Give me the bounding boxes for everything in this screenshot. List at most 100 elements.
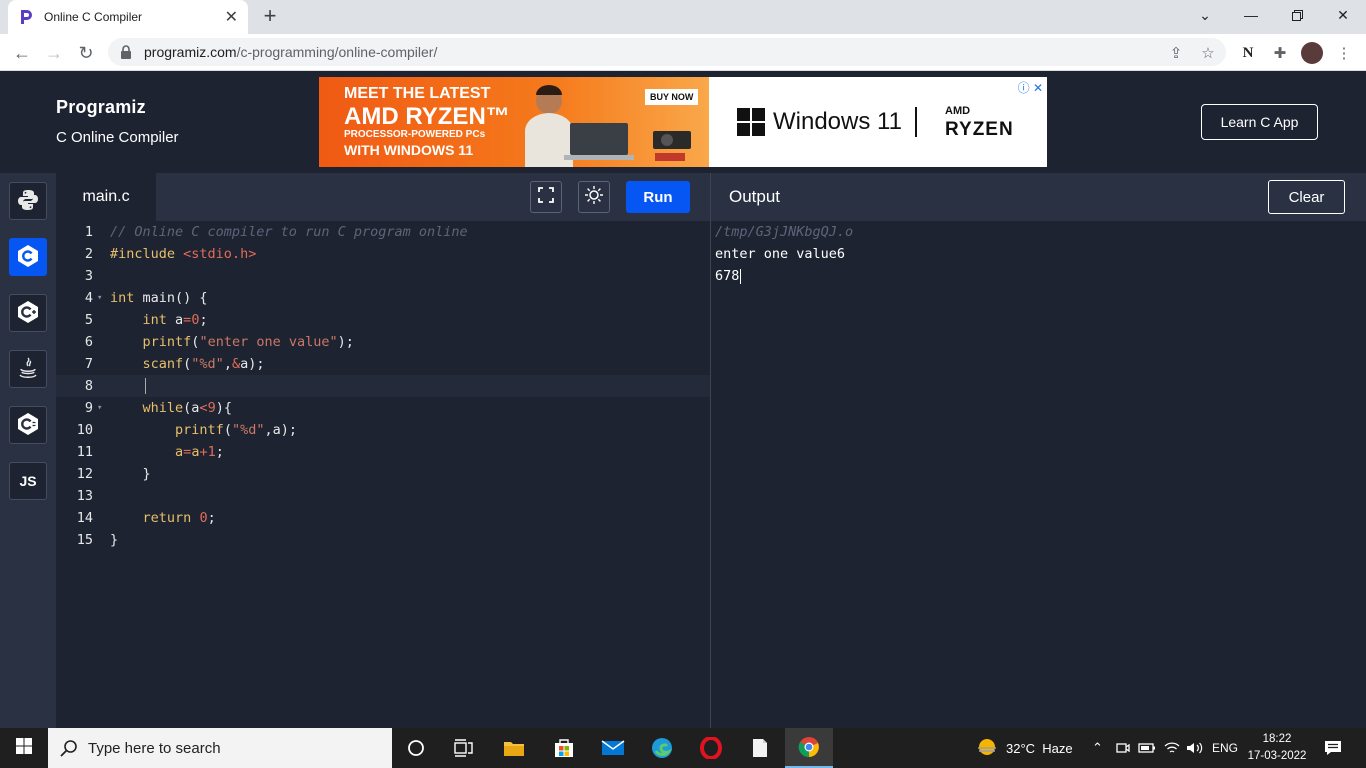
minimize-icon[interactable]: — <box>1228 0 1274 30</box>
code-text: scanf("%d",&a); <box>142 356 265 372</box>
mail-icon[interactable] <box>589 728 637 768</box>
code-line: 6 printf("enter one value"); <box>56 331 711 353</box>
line-number: 9 <box>84 400 93 416</box>
code-text: return 0; <box>142 510 216 526</box>
new-tab-icon[interactable]: + <box>258 4 282 28</box>
learn-c-app-button[interactable]: Learn C App <box>1201 104 1318 140</box>
url-path: /c-programming/online-compiler/ <box>236 44 438 60</box>
run-button[interactable]: Run <box>626 181 690 213</box>
line-number: 11 <box>76 444 93 460</box>
code-text: printf("%d",a); <box>175 422 297 438</box>
code-text: a=a+1; <box>175 444 224 460</box>
fold-arrow-icon[interactable]: ▾ <box>97 287 102 309</box>
meet-now-icon[interactable] <box>1116 728 1130 768</box>
line-number: 14 <box>76 510 93 526</box>
output-title: Output <box>729 187 781 206</box>
ad-headline-2: AMD RYZEN™ <box>344 103 510 130</box>
ad-windows-text: Windows 11 <box>773 108 902 135</box>
code-editor[interactable]: 1 // Online C compiler to run C program … <box>56 221 711 728</box>
search-placeholder: Type here to search <box>88 739 221 757</box>
edge-browser-icon[interactable] <box>638 728 686 768</box>
volume-icon[interactable] <box>1186 728 1204 768</box>
code-line: 5 int a=0; <box>56 309 711 331</box>
code-line: 15 } <box>56 529 711 551</box>
taskbar-search-box[interactable]: Type here to search <box>48 728 392 768</box>
microsoft-store-icon[interactable] <box>540 728 588 768</box>
system-clock[interactable]: 18:22 17-03-2022 <box>1246 731 1308 765</box>
code-line: 11 a=a+1; <box>56 441 711 463</box>
wifi-icon[interactable] <box>1164 728 1180 768</box>
output-console[interactable]: /tmp/G3jJNKbgQJ.o enter one value6 678 <box>711 221 1366 728</box>
programiz-logo[interactable]: Programiz <box>56 97 146 118</box>
fullscreen-button[interactable] <box>530 181 562 213</box>
ad-buy-now-button[interactable]: BUY NOW <box>645 89 699 105</box>
file-tab-main-c[interactable]: main.c <box>56 173 156 221</box>
show-hidden-icons-icon[interactable]: ⌃ <box>1092 728 1103 768</box>
profile-avatar[interactable] <box>1298 39 1326 67</box>
ad-headline-3: PROCESSOR-POWERED PCs <box>344 129 486 140</box>
editor-toolbar: main.c Run <box>56 173 711 221</box>
code-line: 14 return 0; <box>56 507 711 529</box>
python-icon <box>17 189 39 214</box>
output-path: /tmp/G3jJNKbgQJ.o <box>715 224 854 240</box>
chrome-taskbar-icon[interactable] <box>785 728 833 768</box>
bookmark-star-icon[interactable]: ☆ <box>1194 39 1222 67</box>
windows-taskbar: Type here to search 32°C Haze ⌃ ENG 18:2… <box>0 728 1366 768</box>
tab-search-icon[interactable]: ⌄ <box>1182 0 1228 30</box>
close-window-icon[interactable]: ✕ <box>1320 0 1366 30</box>
clear-button[interactable]: Clear <box>1268 180 1345 214</box>
code-line: 3 <box>56 265 711 287</box>
browser-tabbar: Online C Compiler ✕ + ⌄ — ✕ <box>0 0 1366 34</box>
share-icon[interactable]: ⇪ <box>1162 39 1190 67</box>
browser-tab[interactable]: Online C Compiler ✕ <box>8 0 248 34</box>
code-text: int main() { <box>110 290 208 306</box>
forward-icon[interactable]: → <box>40 39 68 67</box>
task-view-icon[interactable] <box>440 728 488 768</box>
line-number: 10 <box>76 422 93 438</box>
action-center-icon[interactable] <box>1324 728 1342 768</box>
sun-icon <box>585 185 603 209</box>
reload-icon[interactable]: ↻ <box>72 39 100 67</box>
weather-widget[interactable]: 32°C Haze <box>976 728 1073 768</box>
javascript-language-button[interactable]: JS <box>9 462 47 500</box>
ad-camera-image <box>649 117 699 167</box>
java-icon <box>17 356 39 383</box>
ad-choices-icon[interactable]: ⓘ ✕ <box>1018 79 1043 96</box>
close-tab-icon[interactable]: ✕ <box>225 7 238 27</box>
start-button[interactable] <box>0 728 48 768</box>
csharp-language-button[interactable] <box>9 406 47 444</box>
site-header: Programiz C Online Compiler MEET THE LAT… <box>0 71 1366 173</box>
file-explorer-icon[interactable] <box>490 728 538 768</box>
output-toolbar: Output Clear <box>711 173 1366 221</box>
output-input-line[interactable]: 678 <box>715 265 742 287</box>
notepad-icon[interactable] <box>736 728 784 768</box>
url-text: programiz.com/c-programming/online-compi… <box>144 44 437 60</box>
ad-laptop-image <box>564 121 639 167</box>
code-text: printf("enter one value"); <box>142 334 354 350</box>
address-bar[interactable]: programiz.com/c-programming/online-compi… <box>108 38 1226 66</box>
battery-icon[interactable] <box>1138 728 1156 768</box>
code-line: 2 #include <stdio.h> <box>56 243 711 265</box>
lock-icon <box>120 45 134 59</box>
chrome-menu-icon[interactable]: ⋮ <box>1330 39 1358 67</box>
cpp-language-button[interactable] <box>9 294 47 332</box>
line-number: 15 <box>76 532 93 548</box>
line-number: 3 <box>84 268 93 284</box>
java-language-button[interactable] <box>9 350 47 388</box>
advertisement-banner[interactable]: MEET THE LATEST AMD RYZEN™ PROCESSOR-POW… <box>319 77 1047 167</box>
input-language[interactable]: ENG <box>1212 728 1238 768</box>
programiz-favicon-icon <box>18 9 34 25</box>
code-text: // Online C compiler to run C program on… <box>110 224 468 240</box>
fold-arrow-icon[interactable]: ▾ <box>97 397 102 419</box>
opera-browser-icon[interactable] <box>687 728 735 768</box>
extension-n-icon[interactable]: N <box>1234 39 1262 67</box>
back-icon[interactable]: ← <box>8 39 36 67</box>
clock-date: 17-03-2022 <box>1247 750 1307 762</box>
theme-toggle-button[interactable] <box>578 181 610 213</box>
code-text: } <box>110 466 151 482</box>
restore-icon[interactable] <box>1274 0 1320 30</box>
c-language-button[interactable] <box>9 238 47 276</box>
python-language-button[interactable] <box>9 182 47 220</box>
extensions-puzzle-icon[interactable]: ✚ <box>1266 39 1294 67</box>
cortana-icon[interactable] <box>392 728 440 768</box>
